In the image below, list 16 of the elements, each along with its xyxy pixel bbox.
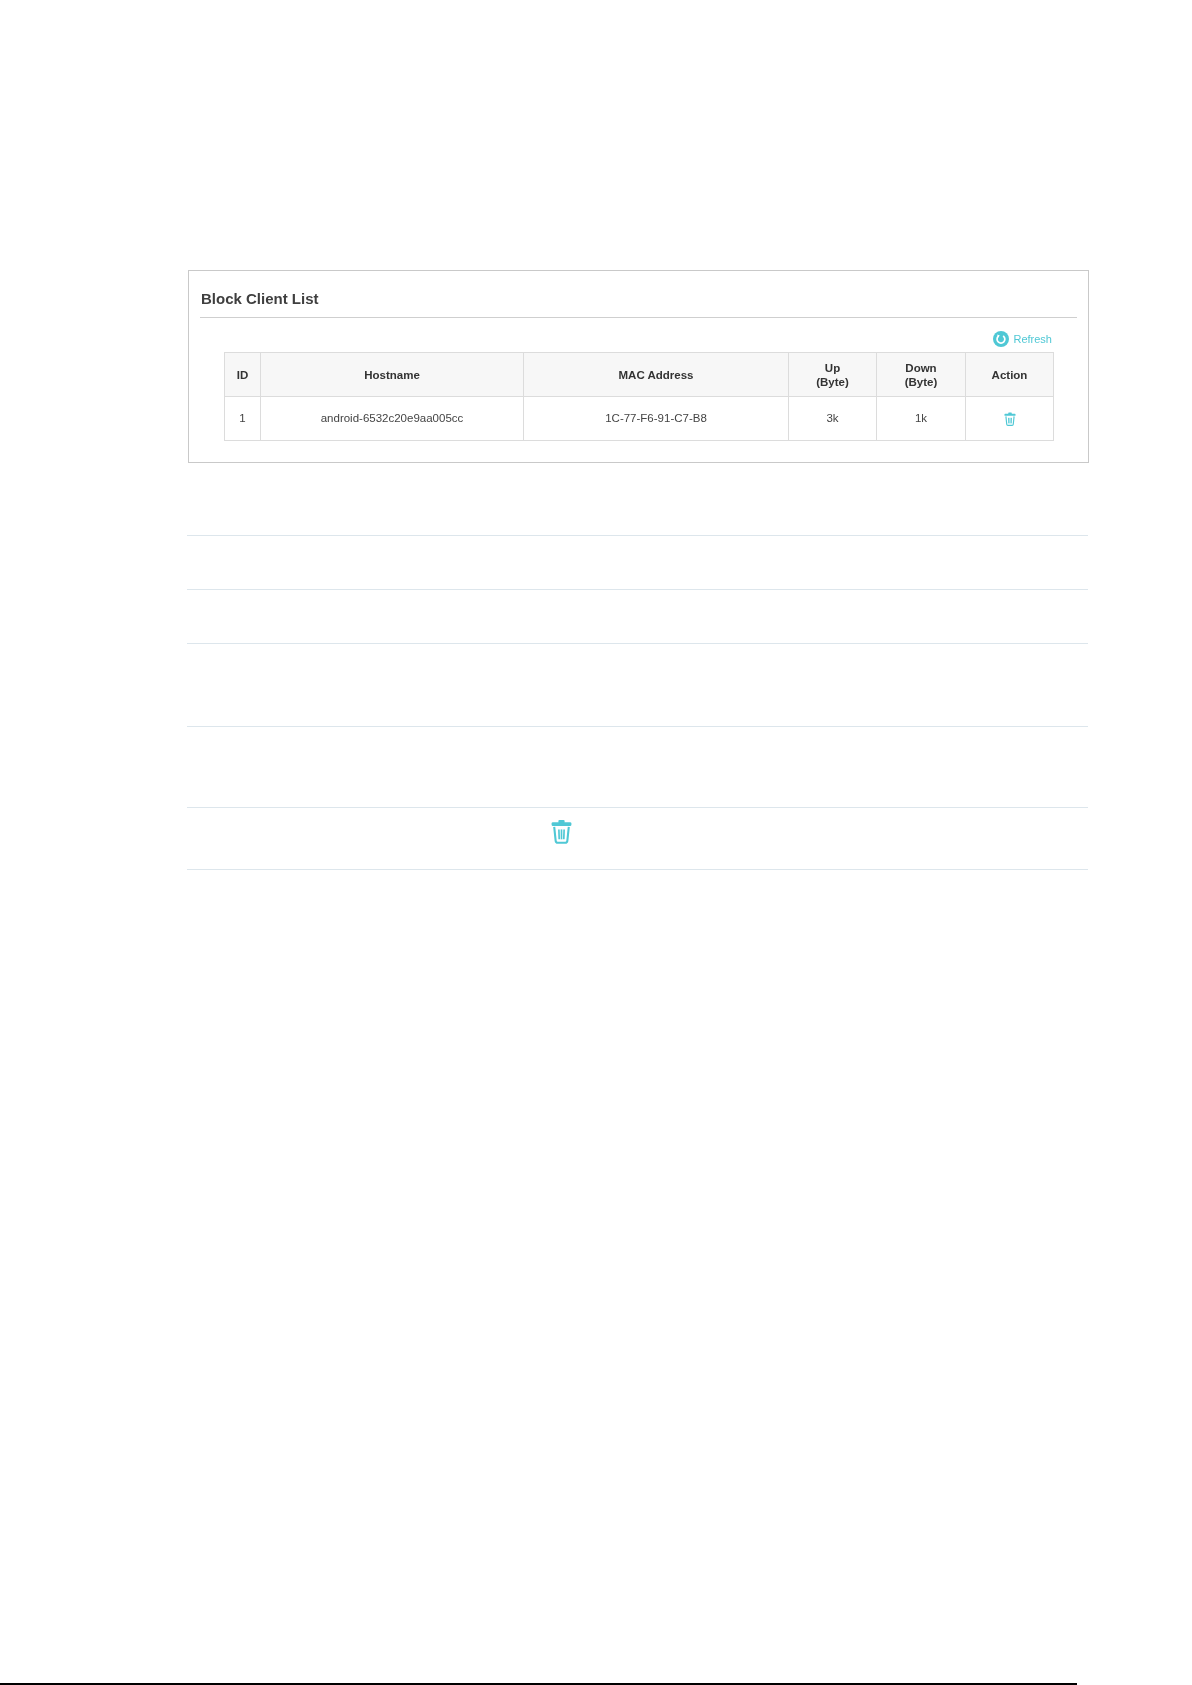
column-header: Up (Byte) [788,352,877,397]
column-header: Action [965,352,1054,397]
trash-icon[interactable] [1002,412,1017,427]
refresh-icon[interactable] [993,331,1010,347]
refresh-button[interactable]: Refresh [993,331,1052,347]
table-cell: 3k [788,396,877,441]
panel-title: Block Client List [201,290,319,307]
column-header: MAC Address [523,352,789,397]
column-header: Hostname [260,352,524,397]
table-cell: 1k [876,396,966,441]
table-cell: 1 [224,396,261,441]
column-header: Down (Byte) [876,352,966,397]
table-cell: 1C-77-F6-91-C7-B8 [523,396,789,441]
column-header: ID [224,352,261,397]
table-cell: android-6532c20e9aa005cc [260,396,524,441]
trash-icon[interactable] [549,819,574,844]
